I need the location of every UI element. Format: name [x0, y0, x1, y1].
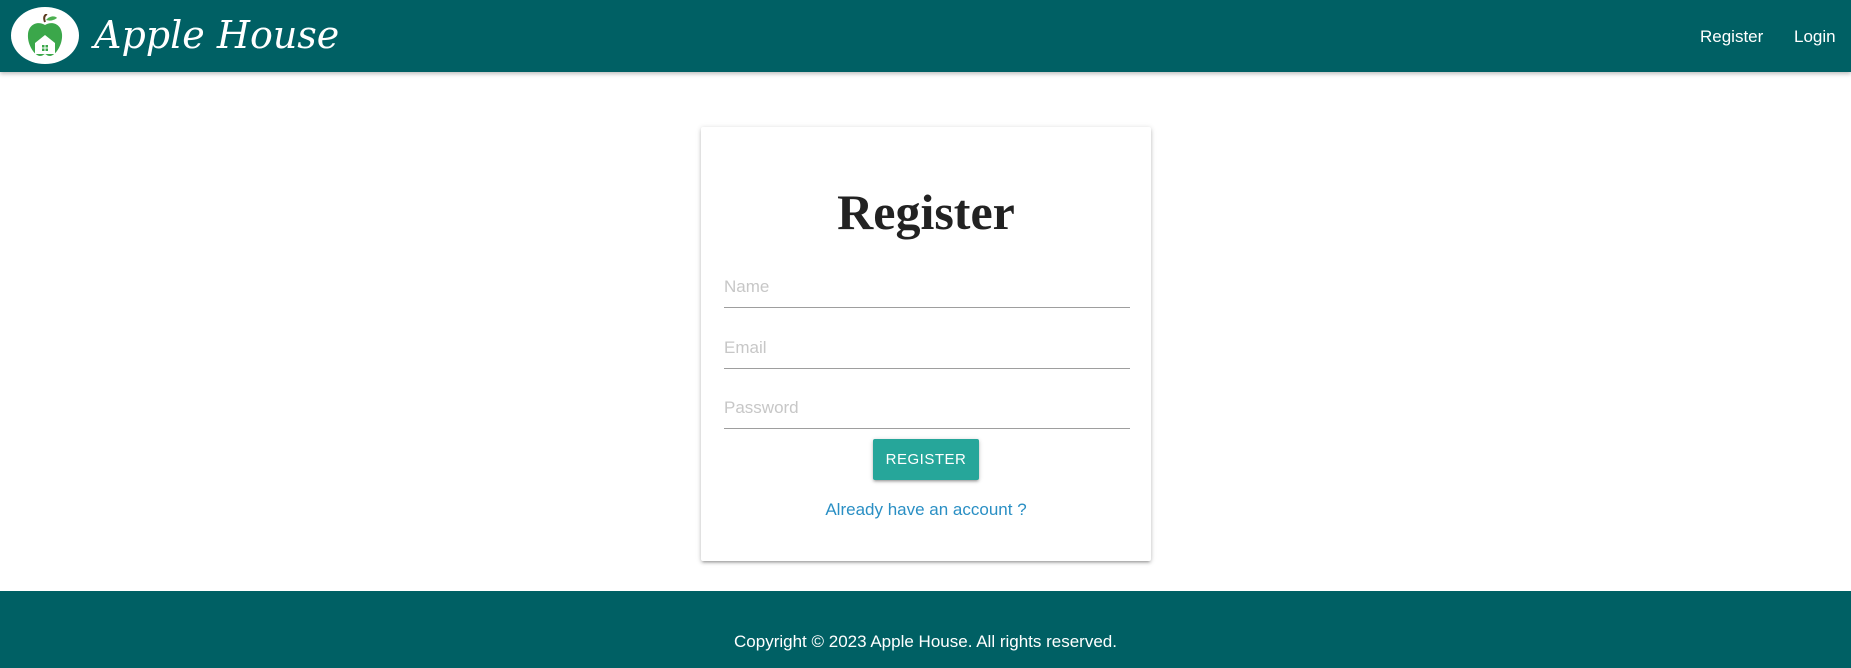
nav-login-link[interactable]: Login — [1794, 26, 1836, 48]
copyright-text: Copyright © 2023 Apple House. All rights… — [734, 632, 1117, 651]
brand-title[interactable]: Apple House — [94, 12, 339, 58]
nav-register-link[interactable]: Register — [1700, 26, 1763, 48]
already-have-account-link[interactable]: Already have an account ? — [701, 499, 1151, 521]
register-button[interactable]: REGISTER — [873, 439, 979, 480]
password-field[interactable] — [724, 387, 1130, 429]
navbar: Apple House Register Login — [0, 0, 1851, 72]
apple-house-logo[interactable] — [11, 7, 79, 64]
footer: Copyright © 2023 Apple House. All rights… — [0, 591, 1851, 668]
form-title: Register — [837, 184, 1015, 240]
name-field[interactable] — [724, 266, 1130, 308]
email-field[interactable] — [724, 327, 1130, 369]
apple-house-logo-icon — [27, 14, 63, 56]
